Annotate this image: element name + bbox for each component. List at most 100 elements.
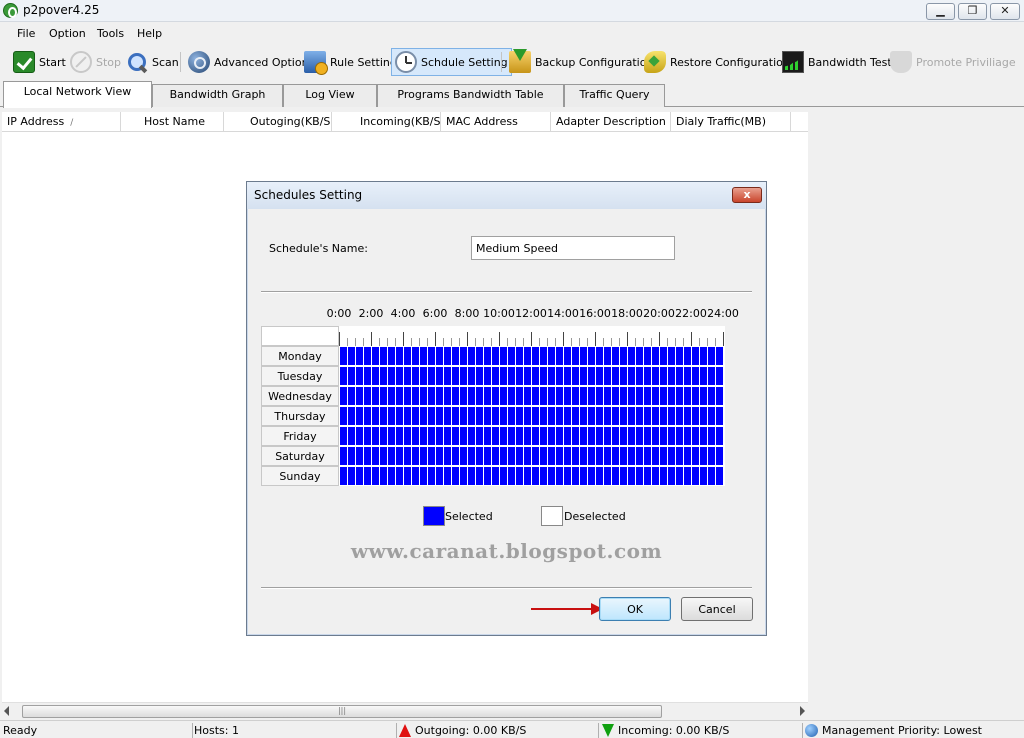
schedule-cell[interactable] [452, 467, 459, 485]
schedule-cell[interactable] [412, 367, 419, 385]
schedule-cell[interactable] [356, 447, 363, 465]
schedule-cell[interactable] [668, 447, 675, 465]
schedule-cell[interactable] [556, 407, 563, 425]
tab-local-network-view[interactable]: Local Network View [3, 81, 152, 108]
schedule-cell[interactable] [588, 407, 595, 425]
schedule-cell[interactable] [596, 447, 603, 465]
schedule-cell[interactable] [500, 427, 507, 445]
schedule-cell[interactable] [396, 347, 403, 365]
schedule-cell[interactable] [348, 447, 355, 465]
schedule-cell[interactable] [588, 467, 595, 485]
schedule-cell[interactable] [620, 387, 627, 405]
schedule-cell[interactable] [476, 447, 483, 465]
schedule-cell[interactable] [476, 427, 483, 445]
cancel-button[interactable]: Cancel [681, 597, 753, 621]
schedule-cell[interactable] [372, 367, 379, 385]
schedule-cell[interactable] [516, 367, 523, 385]
schedule-cell[interactable] [612, 427, 619, 445]
schedule-cell[interactable] [588, 387, 595, 405]
schedule-cell[interactable] [492, 367, 499, 385]
rule-setting-button[interactable]: Rule Setting [301, 48, 400, 76]
schedule-cell[interactable] [660, 387, 667, 405]
schedule-cell[interactable] [436, 467, 443, 485]
schedule-cell[interactable] [524, 467, 531, 485]
schedule-cell[interactable] [716, 367, 723, 385]
tab-log-view[interactable]: Log View [283, 84, 377, 107]
schedule-cell[interactable] [420, 447, 427, 465]
schedule-cell[interactable] [372, 407, 379, 425]
schedule-cell[interactable] [396, 407, 403, 425]
schedule-cell[interactable] [476, 387, 483, 405]
close-window-button[interactable]: ✕ [990, 3, 1020, 20]
schedule-cell[interactable] [596, 427, 603, 445]
schedule-cell[interactable] [508, 347, 515, 365]
schedule-cell[interactable] [460, 427, 467, 445]
schedule-cell[interactable] [364, 467, 371, 485]
schedule-cell[interactable] [692, 387, 699, 405]
day-label-tuesday[interactable]: Tuesday [261, 366, 339, 386]
schedule-cell[interactable] [660, 347, 667, 365]
schedule-cell[interactable] [364, 407, 371, 425]
schedule-cell[interactable] [628, 447, 635, 465]
schedule-cell[interactable] [652, 347, 659, 365]
schedule-cell[interactable] [660, 367, 667, 385]
schedule-cell[interactable] [412, 407, 419, 425]
schedule-cell[interactable] [548, 447, 555, 465]
schedule-grid[interactable] [339, 346, 725, 486]
schedule-cell[interactable] [340, 347, 347, 365]
schedule-cell[interactable] [708, 387, 715, 405]
schedule-cell[interactable] [444, 427, 451, 445]
schedule-cell[interactable] [420, 387, 427, 405]
schedule-cell[interactable] [684, 427, 691, 445]
schedule-cell[interactable] [564, 447, 571, 465]
schedule-cell[interactable] [572, 407, 579, 425]
schedule-setting-button[interactable]: Schdule Setting [391, 48, 512, 76]
schedule-cell[interactable] [716, 427, 723, 445]
schedule-cell[interactable] [428, 447, 435, 465]
schedule-cell[interactable] [428, 367, 435, 385]
schedule-cell[interactable] [644, 387, 651, 405]
schedule-cell[interactable] [540, 387, 547, 405]
schedule-cell[interactable] [420, 467, 427, 485]
schedule-cell[interactable] [700, 367, 707, 385]
schedule-cell[interactable] [396, 387, 403, 405]
schedule-cell[interactable] [460, 387, 467, 405]
schedule-cell[interactable] [508, 407, 515, 425]
schedule-cell[interactable] [692, 367, 699, 385]
schedule-cell[interactable] [540, 427, 547, 445]
schedule-cell[interactable] [452, 387, 459, 405]
schedule-cell[interactable] [660, 407, 667, 425]
schedule-cell[interactable] [516, 387, 523, 405]
day-label-thursday[interactable]: Thursday [261, 406, 339, 426]
schedule-cell[interactable] [612, 347, 619, 365]
schedule-cell[interactable] [356, 387, 363, 405]
schedule-cell[interactable] [404, 407, 411, 425]
day-label-monday[interactable]: Monday [261, 346, 339, 366]
schedule-cell[interactable] [548, 387, 555, 405]
schedule-cell[interactable] [492, 467, 499, 485]
schedule-cell[interactable] [420, 367, 427, 385]
schedule-cell[interactable] [468, 347, 475, 365]
schedule-cell[interactable] [628, 427, 635, 445]
day-label-wednesday[interactable]: Wednesday [261, 386, 339, 406]
schedule-cell[interactable] [636, 367, 643, 385]
schedule-cell[interactable] [508, 427, 515, 445]
schedule-cell[interactable] [492, 447, 499, 465]
advanced-option-button[interactable]: Advanced Option [185, 48, 312, 76]
schedule-cell[interactable] [388, 467, 395, 485]
schedule-cell[interactable] [468, 467, 475, 485]
schedule-cell[interactable] [444, 467, 451, 485]
schedule-cell[interactable] [572, 447, 579, 465]
menu-help[interactable]: Help [137, 27, 162, 40]
schedule-cell[interactable] [572, 467, 579, 485]
schedule-cell[interactable] [604, 347, 611, 365]
schedule-cell[interactable] [444, 447, 451, 465]
schedule-cell[interactable] [524, 407, 531, 425]
schedule-cell[interactable] [652, 367, 659, 385]
schedule-cell[interactable] [708, 467, 715, 485]
schedule-cell[interactable] [348, 387, 355, 405]
menu-file[interactable]: File [17, 27, 35, 40]
schedule-cell[interactable] [380, 367, 387, 385]
schedule-cell[interactable] [436, 427, 443, 445]
schedule-cell[interactable] [468, 387, 475, 405]
